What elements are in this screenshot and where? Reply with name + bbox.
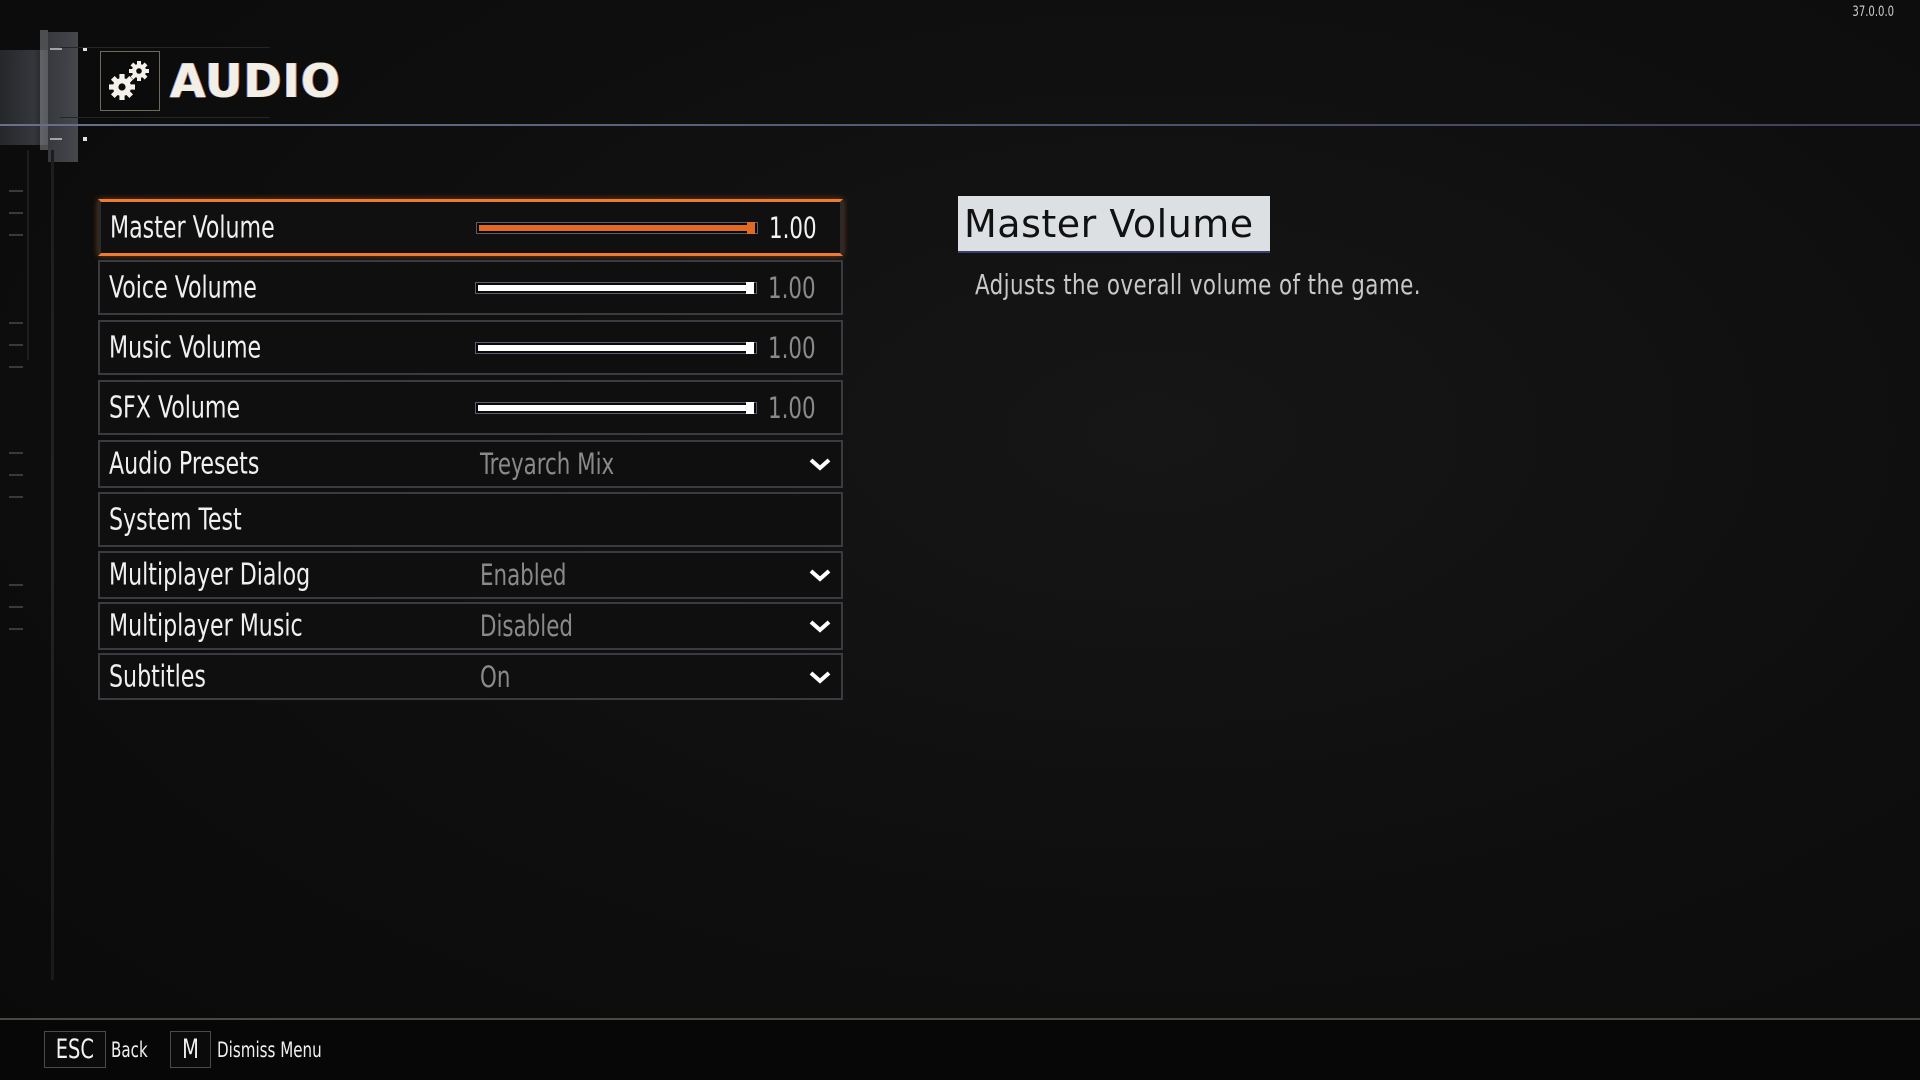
- setting-label: Music Volume: [109, 330, 262, 365]
- dismiss-menu-button[interactable]: Dismiss Menu: [217, 1038, 322, 1062]
- sfx-volume-slider[interactable]: [475, 401, 757, 414]
- page-title: AUDIO: [170, 54, 341, 108]
- voice-volume-slider[interactable]: [475, 281, 757, 294]
- esc-key-label: ESC: [55, 1034, 95, 1065]
- setting-voice-volume[interactable]: Voice Volume 1.00: [98, 260, 843, 315]
- dropdown-value: Disabled: [480, 609, 573, 643]
- left-decoration: [0, 20, 95, 162]
- dropdown-value: Treyarch Mix: [480, 447, 615, 481]
- gears-icon: [109, 61, 149, 100]
- slider-fill: [478, 404, 748, 411]
- dropdown-value: On: [480, 659, 511, 694]
- setting-label: Master Volume: [110, 210, 275, 245]
- footer-bar: ESC Back M Dismiss Menu: [0, 1020, 1920, 1080]
- slider-handle[interactable]: [746, 341, 754, 354]
- setting-subtitles[interactable]: Subtitles On: [98, 653, 843, 700]
- chevron-down-icon[interactable]: [807, 667, 833, 687]
- setting-label: Multiplayer Music: [109, 608, 303, 644]
- setting-label: System Test: [109, 502, 242, 537]
- slider-handle[interactable]: [746, 401, 754, 414]
- setting-label: SFX Volume: [109, 390, 241, 425]
- esc-key-button[interactable]: ESC: [44, 1031, 106, 1068]
- music-volume-slider[interactable]: [475, 341, 757, 354]
- master-volume-slider[interactable]: [476, 221, 758, 234]
- slider-fill: [478, 284, 748, 291]
- setting-label: Multiplayer Dialog: [109, 557, 311, 593]
- left-rail: [51, 150, 54, 980]
- header-deco-line-top: [60, 47, 270, 48]
- setting-audio-presets[interactable]: Audio Presets Treyarch Mix: [98, 440, 843, 488]
- description-title: Master Volume: [964, 201, 1254, 246]
- setting-sfx-volume[interactable]: SFX Volume 1.00: [98, 380, 843, 435]
- header-divider: [0, 124, 1920, 126]
- m-key-button[interactable]: M: [170, 1031, 211, 1068]
- chevron-down-icon[interactable]: [807, 616, 833, 636]
- setting-music-volume[interactable]: Music Volume 1.00: [98, 320, 843, 375]
- slider-value: 1.00: [768, 270, 816, 305]
- slider-fill: [479, 224, 749, 231]
- version-label: 37.0.0.0: [1852, 4, 1894, 20]
- setting-multiplayer-music[interactable]: Multiplayer Music Disabled: [98, 602, 843, 650]
- setting-system-test[interactable]: System Test: [98, 492, 843, 547]
- setting-master-volume[interactable]: Master Volume 1.00: [98, 199, 843, 256]
- dropdown-value: Enabled: [480, 558, 567, 592]
- slider-fill: [478, 344, 748, 351]
- setting-label: Subtitles: [109, 659, 206, 694]
- slider-handle[interactable]: [746, 281, 754, 294]
- back-button[interactable]: Back: [111, 1038, 148, 1062]
- title-icon-box: [100, 51, 160, 111]
- description-title-box: Master Volume: [958, 196, 1270, 253]
- slider-value: 1.00: [768, 390, 816, 425]
- chevron-down-icon[interactable]: [807, 454, 833, 474]
- description-text: Adjusts the overall volume of the game.: [975, 268, 1421, 301]
- slider-value: 1.00: [769, 210, 817, 245]
- setting-multiplayer-dialog[interactable]: Multiplayer Dialog Enabled: [98, 551, 843, 599]
- slider-value: 1.00: [768, 330, 816, 365]
- m-key-label: M: [182, 1034, 199, 1065]
- setting-label: Audio Presets: [109, 446, 260, 482]
- header-deco-line-bottom: [60, 117, 270, 118]
- left-rail-secondary: [27, 150, 29, 360]
- setting-label: Voice Volume: [109, 270, 257, 305]
- chevron-down-icon[interactable]: [807, 565, 833, 585]
- slider-handle[interactable]: [747, 221, 755, 234]
